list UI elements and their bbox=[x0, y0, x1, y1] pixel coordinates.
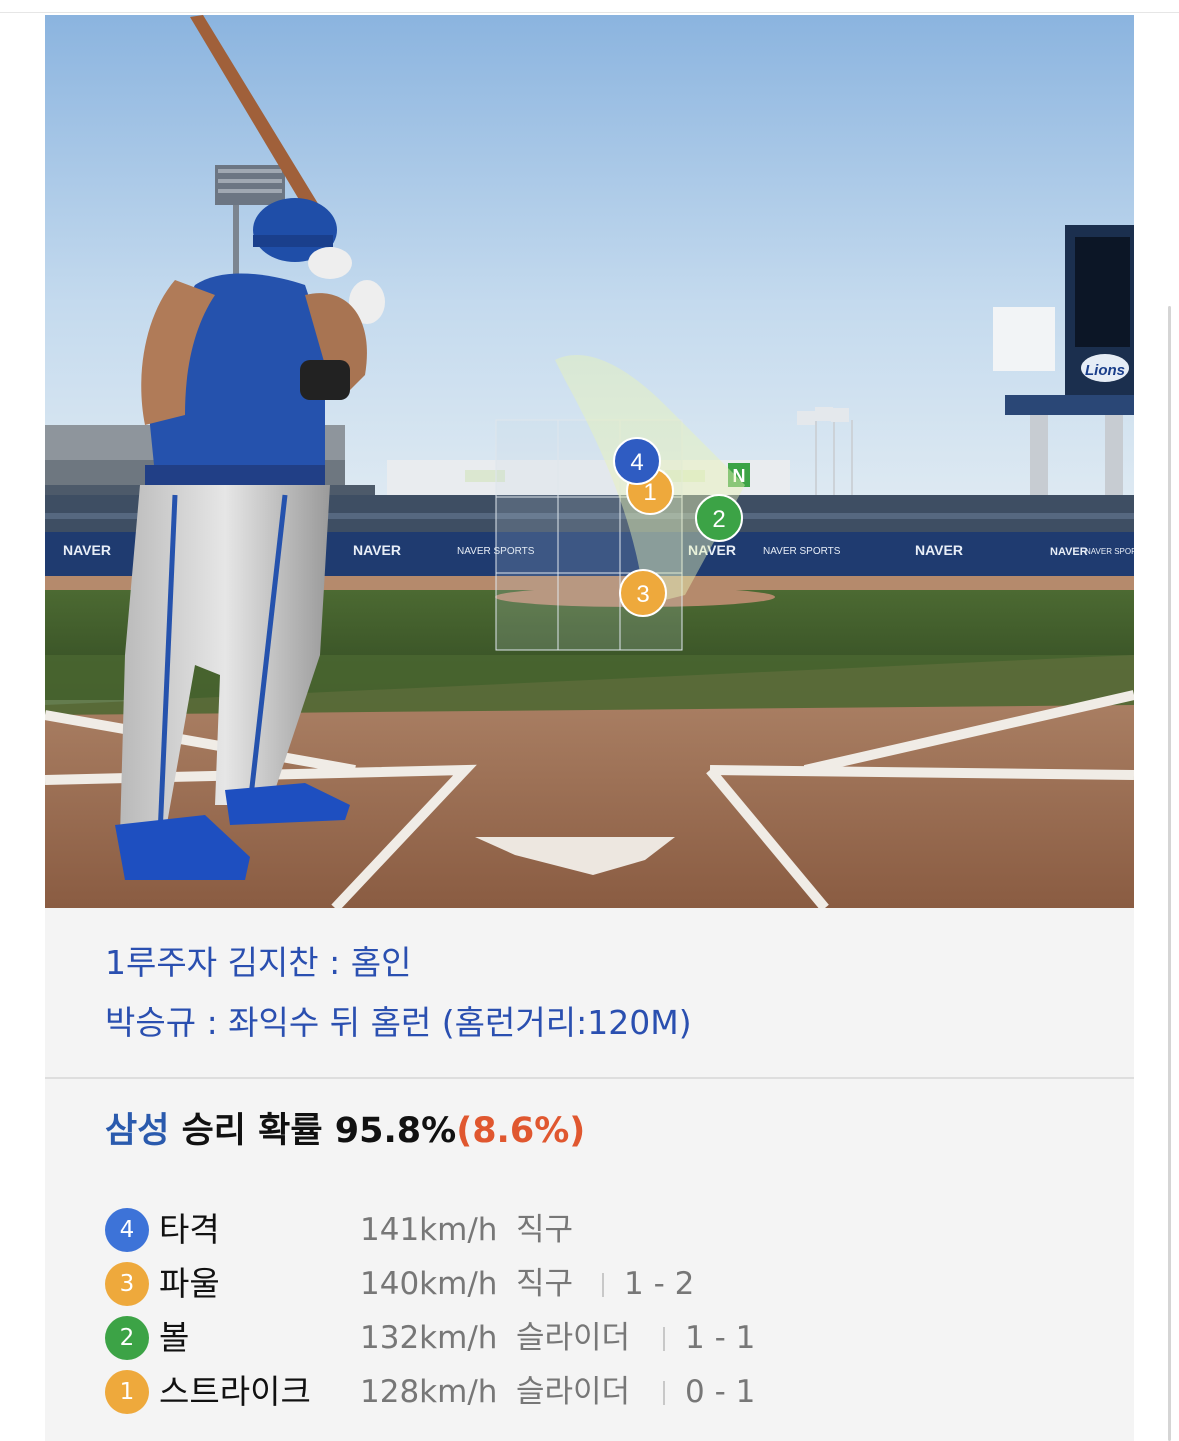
pitch-separator bbox=[602, 1273, 604, 1297]
pitch-separator bbox=[663, 1327, 665, 1351]
pitch-marker-label: 4 bbox=[630, 449, 643, 476]
ad-board: NAVER bbox=[915, 542, 963, 558]
pitch-speed: 128km/h bbox=[360, 1374, 498, 1410]
play-by-play-line: 1루주자 김지찬 : 홈인 bbox=[105, 943, 412, 982]
play-by-play: 1루주자 김지찬 : 홈인 박승규 : 좌익수 뒤 홈런 (홈런거리:120M) bbox=[105, 933, 692, 1053]
pitch-number-badge: 2 bbox=[105, 1316, 149, 1360]
section-divider bbox=[45, 1077, 1134, 1079]
top-divider bbox=[0, 12, 1179, 13]
pitch-number-badge: 4 bbox=[105, 1208, 149, 1252]
win-probability: 삼성 승리 확률 95.8%(8.6%) bbox=[105, 1107, 585, 1155]
pitch-result: 타격 bbox=[159, 1210, 220, 1249]
win-probability-label: 승리 확률 bbox=[169, 1111, 335, 1151]
scrollbar[interactable] bbox=[1168, 306, 1171, 1441]
pitch-marker-label: 2 bbox=[712, 506, 725, 533]
pitch-result: 파울 bbox=[159, 1264, 220, 1303]
pitch-number-badge: 3 bbox=[105, 1262, 149, 1306]
pitch-type: 직구 bbox=[516, 1266, 574, 1302]
pitch-speed: 140km/h bbox=[360, 1266, 498, 1302]
ad-board: NAVER SPORTS bbox=[1085, 547, 1134, 556]
ad-board: NAVER bbox=[353, 542, 401, 558]
pitch-card: Lions N NAVER NAVER NAVER NAVER NAVER NA… bbox=[45, 15, 1134, 1441]
pitch-result: 스트라이크 bbox=[159, 1372, 311, 1411]
pitch-marker-label: 3 bbox=[636, 581, 649, 608]
pitch-count: 1 - 2 bbox=[624, 1266, 695, 1302]
ad-board: NAVER SPORTS bbox=[763, 546, 841, 557]
pitch-count: 0 - 1 bbox=[685, 1374, 756, 1410]
pitch-number-badge: 1 bbox=[105, 1370, 149, 1414]
stadium-scene: Lions N NAVER NAVER NAVER NAVER NAVER NA… bbox=[45, 15, 1134, 908]
ad-board: NAVER bbox=[1050, 546, 1088, 558]
pitch-count: 1 - 1 bbox=[685, 1320, 756, 1356]
win-probability-value: 95.8% bbox=[334, 1111, 457, 1151]
win-probability-team: 삼성 bbox=[105, 1111, 170, 1151]
pitch-speed: 141km/h bbox=[360, 1212, 498, 1248]
pitch-type: 슬라이더 bbox=[516, 1374, 631, 1410]
pitch-type: 직구 bbox=[516, 1212, 574, 1248]
play-by-play-line: 박승규 : 좌익수 뒤 홈런 (홈런거리:120M) bbox=[105, 1003, 692, 1042]
win-probability-change: (8.6%) bbox=[456, 1111, 586, 1151]
ad-board: NAVER bbox=[63, 542, 111, 558]
pitch-type: 슬라이더 bbox=[516, 1320, 631, 1356]
pitch-result: 볼 bbox=[159, 1318, 190, 1357]
pitch-separator bbox=[663, 1381, 665, 1405]
lions-logo: Lions bbox=[1085, 362, 1125, 379]
pitch-speed: 132km/h bbox=[360, 1320, 498, 1356]
